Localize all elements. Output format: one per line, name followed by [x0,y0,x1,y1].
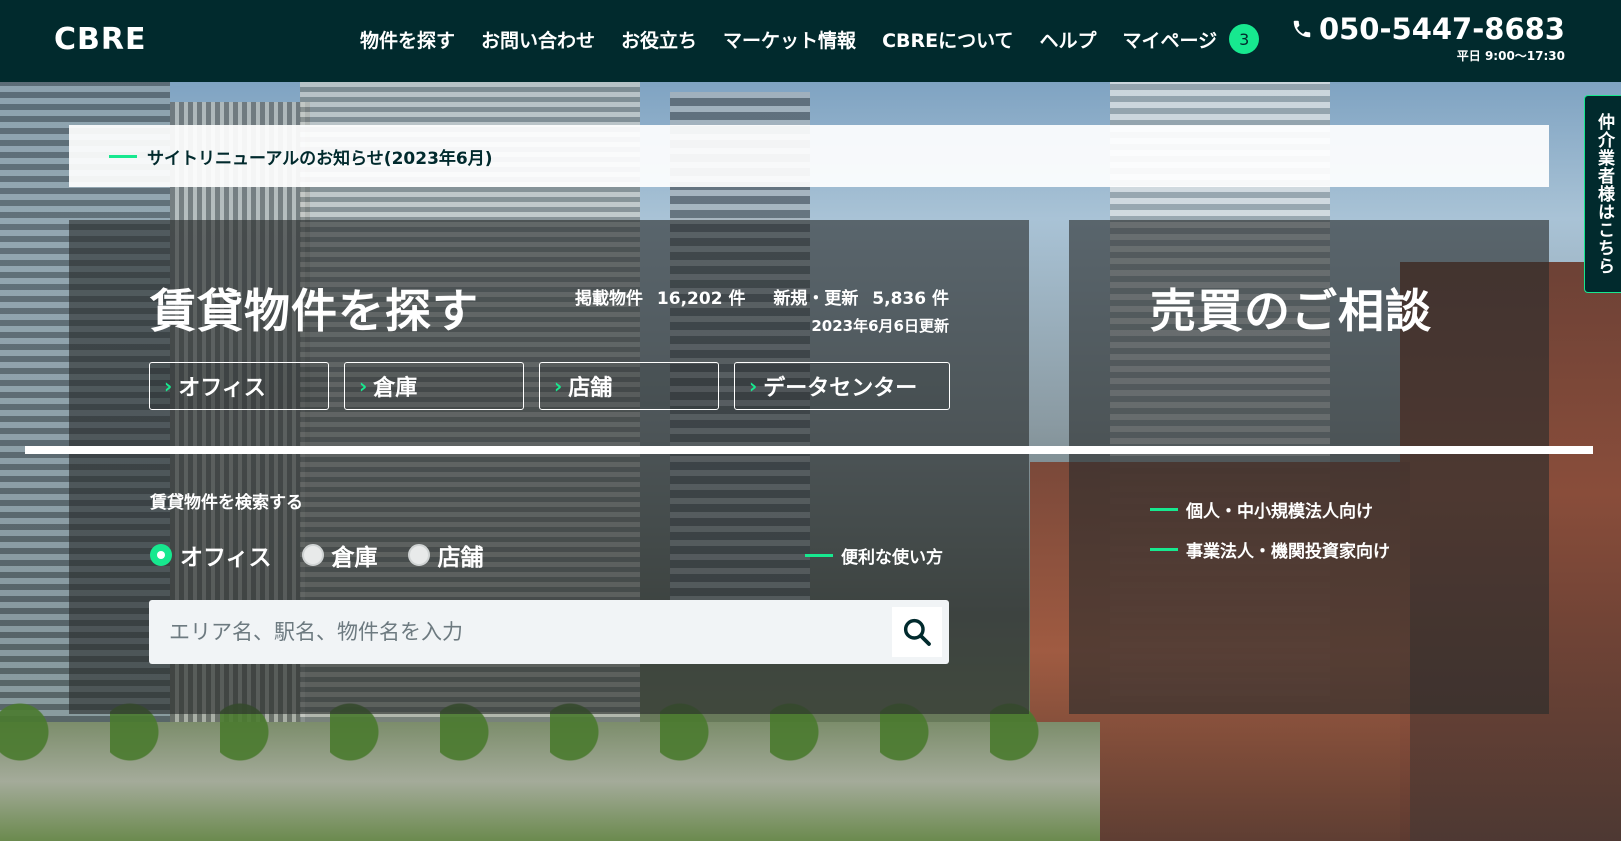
search-section-label: 賃貸物件を検索する [150,493,303,513]
radio-label: 倉庫 [331,545,378,571]
broker-tab-label: 仲介業者様はこちら [1594,113,1614,275]
chevron-right-icon: › [749,374,758,398]
category-label: オフィス [178,376,266,401]
usage-guide-link[interactable]: 便利な使い方 [805,543,943,568]
main-nav: 物件を探す お問い合わせ お役立ち マーケット情報 CBREについて ヘルプ マ… [360,24,1260,54]
nav-item-mypage[interactable]: マイページ [1123,26,1218,53]
category-button-store[interactable]: › 店舗 [539,362,719,410]
phone-number-row[interactable]: 050-5447-8683 [1291,12,1565,46]
search-box [149,600,949,664]
updated-label: 新規・更新 [773,289,859,309]
accent-dash [109,154,137,158]
category-label: データセンター [763,376,918,401]
radio-office[interactable]: オフィス [150,538,272,572]
property-type-radios: オフィス 倉庫 店舗 [150,538,514,572]
notice-bar[interactable]: サイトリニューアルのお知らせ(2023年6月) [69,125,1549,187]
radio-unchecked-icon[interactable] [301,544,324,566]
chevron-right-icon: › [164,374,173,398]
search-icon [903,618,931,646]
nav-item-market[interactable]: マーケット情報 [723,26,856,53]
updated-count: 5,836 件 [872,289,949,309]
accent-dash [805,554,833,557]
chevron-right-icon: › [554,374,563,398]
broker-side-tab[interactable]: 仲介業者様はこちら [1584,95,1621,293]
radio-label: オフィス [180,545,272,571]
nav-item-search[interactable]: 物件を探す [360,26,455,53]
nav-item-useful[interactable]: お役立ち [621,26,697,53]
listed-count: 16,202 件 [656,289,746,309]
radio-warehouse[interactable]: 倉庫 [301,538,378,572]
phone-contact: 050-5447-8683 平日 9:00〜17:30 [1291,12,1565,64]
search-input[interactable] [149,600,892,664]
accent-dash [1150,508,1178,511]
rent-title: 賃貸物件を探す [150,284,479,338]
accent-dash [1150,548,1178,551]
notice-text[interactable]: サイトリニューアルのお知らせ(2023年6月) [147,144,493,169]
category-label: 店舗 [568,376,613,401]
category-button-warehouse[interactable]: › 倉庫 [344,362,524,410]
mypage-count-badge[interactable]: 3 [1229,24,1260,54]
search-button[interactable] [892,607,942,657]
nav-item-help[interactable]: ヘルプ [1040,26,1097,53]
updated-date: 2023年6月6日更新 [811,317,949,335]
category-buttons: › オフィス › 倉庫 › 店舗 › データセンター [149,362,950,410]
radio-unchecked-icon[interactable] [407,544,430,566]
sale-link-label: 事業法人・機関投資家向け [1186,542,1390,562]
nav-item-about[interactable]: CBREについて [882,26,1013,53]
chevron-right-icon: › [359,374,368,398]
section-divider [25,446,1593,454]
sale-title: 売買のご相談 [1150,284,1432,338]
cbre-logo[interactable]: CBRE [54,22,146,57]
category-label: 倉庫 [373,376,418,401]
radio-store[interactable]: 店舗 [407,538,484,572]
category-button-office[interactable]: › オフィス [149,362,329,410]
phone-hours: 平日 9:00〜17:30 [1456,49,1565,63]
category-button-datacenter[interactable]: › データセンター [734,362,950,410]
site-header: CBRE 物件を探す お問い合わせ お役立ち マーケット情報 CBREについて … [0,0,1621,82]
radio-label: 店舗 [437,545,484,571]
phone-icon [1293,20,1311,38]
sale-link-label: 個人・中小規模法人向け [1186,502,1373,522]
rent-stats: 掲載物件 16,202 件 新規・更新 5,836 件 [567,284,949,309]
phone-number: 050-5447-8683 [1318,12,1565,46]
sale-link-corporate[interactable]: 事業法人・機関投資家向け [1150,537,1390,562]
nav-item-contact[interactable]: お問い合わせ [481,26,595,53]
radio-checked-icon[interactable] [150,544,172,566]
listed-label: 掲載物件 [575,289,643,309]
sale-link-individual[interactable]: 個人・中小規模法人向け [1150,497,1373,522]
usage-guide-label: 便利な使い方 [841,548,943,568]
